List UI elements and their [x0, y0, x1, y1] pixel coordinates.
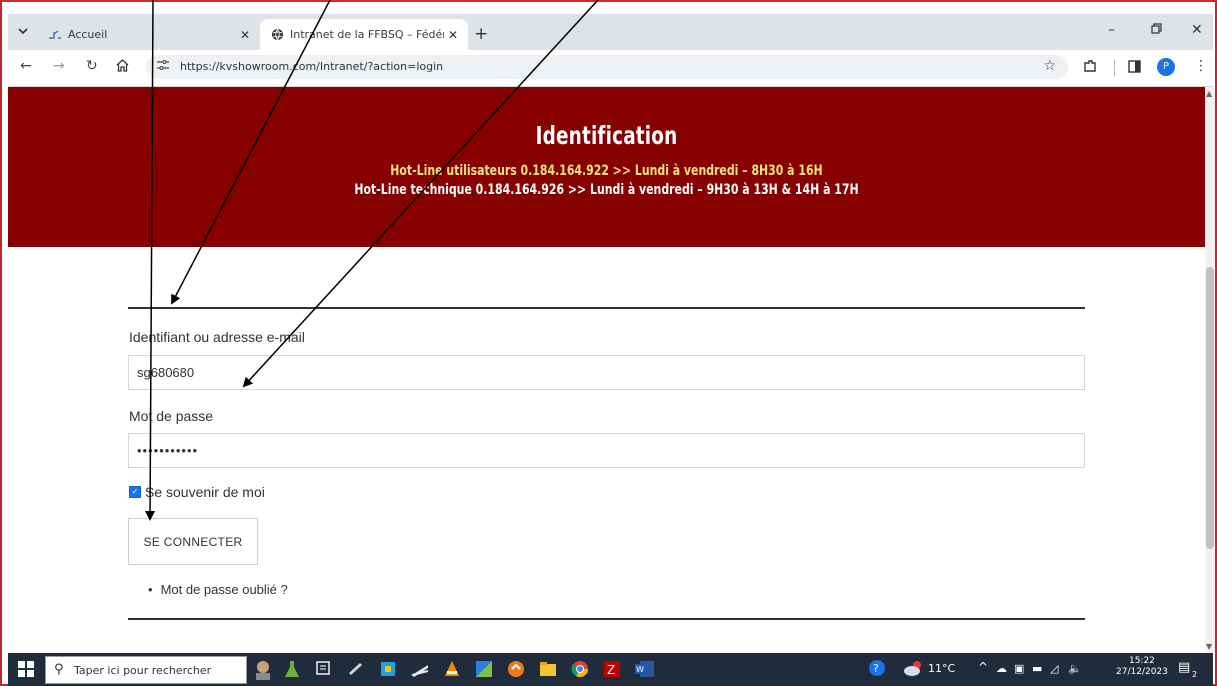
network-icon[interactable]: ▬ — [1032, 662, 1042, 675]
search-icon: ⚲ — [54, 662, 64, 677]
scroll-up-icon[interactable]: ▲ — [1206, 89, 1212, 98]
filezilla-icon[interactable]: Z — [602, 659, 622, 679]
minimize-icon[interactable]: – — [1108, 22, 1115, 38]
side-panel-icon[interactable] — [1128, 60, 1141, 77]
header-banner: Identification Hot-Line utilisateurs 0.1… — [8, 87, 1205, 247]
username-field[interactable]: sg680680 — [128, 355, 1085, 390]
tab-title: Intranet de la FFBSQ – Fédérati — [290, 28, 444, 41]
weather-temp: 11°C — [928, 662, 956, 675]
avatar-app-icon[interactable] — [252, 659, 272, 680]
page-title: Identification — [535, 121, 678, 150]
window-close-icon[interactable]: ✕ — [1191, 22, 1203, 38]
close-icon[interactable]: ✕ — [444, 28, 462, 42]
password-field[interactable]: ••••••••••• — [128, 433, 1085, 468]
login-button[interactable]: SE CONNECTER — [128, 518, 258, 565]
wifi-icon[interactable]: ◿ — [1050, 662, 1058, 675]
svg-text:Z: Z — [607, 663, 615, 677]
task-view-icon[interactable] — [314, 659, 334, 679]
remember-label: Se souvenir de moi — [145, 484, 265, 500]
svg-text:W: W — [636, 665, 644, 674]
toolbar-divider — [1114, 60, 1115, 76]
chrome-icon[interactable] — [570, 659, 590, 679]
remember-checkbox[interactable]: ✓ — [129, 486, 141, 498]
search-placeholder: Taper ici pour rechercher — [74, 664, 212, 677]
onedrive-icon[interactable]: ☁ — [996, 662, 1007, 675]
home-icon[interactable] — [116, 59, 129, 76]
divider-bottom — [128, 618, 1085, 620]
back-icon[interactable]: ← — [20, 58, 32, 74]
svg-text:?: ? — [873, 662, 879, 675]
remember-me[interactable]: ✓ Se souvenir de moi — [129, 484, 265, 500]
pencil-app-icon[interactable] — [410, 659, 430, 679]
pen-app-icon[interactable] — [346, 659, 366, 679]
colors-app-icon[interactable] — [474, 659, 494, 679]
tab-search-dropdown[interactable] — [12, 20, 34, 42]
bullet: • — [148, 582, 153, 597]
page-scrollbar[interactable]: ▲ ▼ — [1205, 87, 1215, 653]
word-icon[interactable]: W — [634, 659, 654, 679]
page-content: Identification Hot-Line utilisateurs 0.1… — [8, 87, 1205, 653]
chevron-down-icon — [18, 28, 28, 35]
new-tab-icon[interactable]: + — [474, 24, 488, 44]
reload-icon[interactable]: ↻ — [86, 58, 98, 74]
password-label: Mot de passe — [129, 408, 214, 424]
close-icon[interactable]: ✕ — [236, 28, 254, 42]
profile-avatar[interactable]: P — [1157, 58, 1175, 76]
address-bar[interactable]: https://kvshowroom.com/Intranet/?action=… — [146, 55, 1068, 79]
tab-intranet[interactable]: Intranet de la FFBSQ – Fédérati ✕ — [260, 19, 468, 50]
bookmark-star-icon[interactable]: ☆ — [1043, 58, 1056, 74]
menu-kebab-icon[interactable]: ⋮ — [1194, 58, 1208, 74]
forgot-password-link[interactable]: Mot de passe oublié ? — [161, 582, 288, 597]
restore-icon[interactable] — [1151, 22, 1162, 38]
help-icon[interactable]: ? — [868, 659, 888, 679]
taskbar-clock[interactable]: 15:22 27/12/2023 — [1116, 656, 1168, 678]
hotline-users: Hot-Line utilisateurs 0.184.164.922 >> L… — [390, 163, 823, 179]
tab-accueil[interactable]: Accueil ✕ — [38, 19, 260, 50]
file-explorer-icon[interactable] — [538, 659, 558, 679]
globe-icon — [270, 28, 284, 42]
forgot-password-item: • Mot de passe oublié ? — [148, 582, 288, 597]
tab-title: Accueil — [68, 28, 108, 41]
forward-icon[interactable]: → — [53, 58, 65, 74]
flask-app-icon[interactable] — [282, 659, 302, 679]
store-app-icon[interactable] — [378, 659, 398, 679]
notification-count: 2 — [1192, 670, 1198, 679]
tray-chevron-icon[interactable]: ^ — [978, 660, 988, 674]
browser-toolbar: ← → ↻ https://kvshowroom.com/Intranet/?a… — [8, 50, 1213, 87]
orange-app-icon[interactable] — [506, 659, 526, 679]
tray-app-icon[interactable]: ▣ — [1014, 662, 1024, 675]
vlc-icon[interactable] — [442, 659, 462, 679]
taskbar-search[interactable]: ⚲ Taper ici pour rechercher — [45, 656, 247, 684]
clock-date: 27/12/2023 — [1116, 667, 1168, 677]
volume-icon[interactable]: 🔈 — [1068, 662, 1082, 675]
url-text: https://kvshowroom.com/Intranet/?action=… — [180, 60, 444, 73]
notification-icon[interactable]: ▤ — [1178, 660, 1190, 675]
extensions-icon[interactable] — [1083, 59, 1097, 77]
windows-taskbar: ⚲ Taper ici pour rechercher Z W ? 11°C ^… — [8, 653, 1213, 686]
site-info-icon[interactable] — [156, 59, 170, 74]
clock-time: 15:22 — [1128, 656, 1155, 666]
weather-icon[interactable] — [903, 659, 923, 679]
scroll-down-icon[interactable]: ▼ — [1206, 642, 1212, 651]
accueil-icon — [48, 28, 62, 42]
username-label: Identifiant ou adresse e-mail — [129, 329, 305, 345]
divider-top — [128, 307, 1085, 309]
scrollbar-thumb[interactable] — [1206, 267, 1214, 549]
windows-start-icon[interactable] — [18, 661, 38, 681]
hotline-tech: Hot-Line technique 0.184.164.926 >> Lund… — [354, 182, 859, 198]
tab-strip: Accueil ✕ Intranet de la FFBSQ – Fédérat… — [8, 14, 1213, 50]
